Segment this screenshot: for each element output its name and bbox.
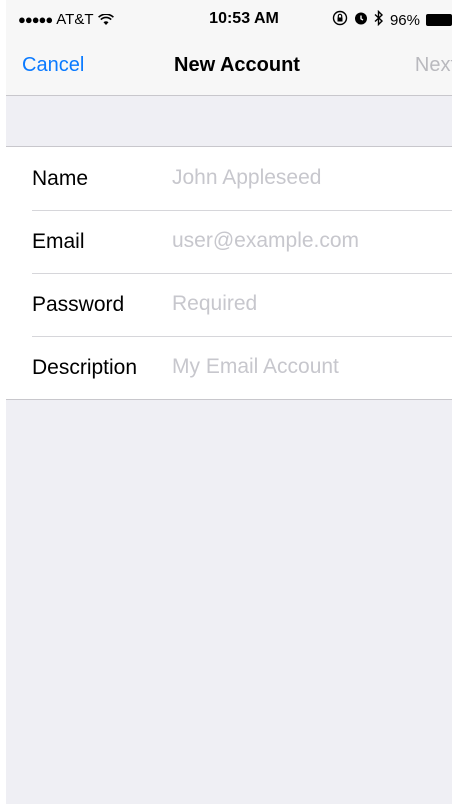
- form-row-description: Description: [6, 336, 452, 399]
- password-label: Password: [32, 293, 125, 316]
- form-row-password: Password: [6, 273, 452, 336]
- name-label: Name: [32, 167, 89, 190]
- alarm-icon: [354, 11, 368, 29]
- battery-percent: 96%: [389, 11, 420, 29]
- page-title: New Account: [174, 54, 300, 76]
- email-field[interactable]: [172, 225, 442, 257]
- navigation-bar: Cancel New Account Next: [6, 40, 452, 96]
- form-row-name: Name: [6, 147, 452, 210]
- description-label: Description: [32, 356, 138, 379]
- password-field[interactable]: [172, 288, 442, 320]
- form-row-email: Email: [6, 210, 452, 273]
- battery-icon: [426, 14, 452, 26]
- status-bar: ●●●●● AT&T 10:53 AM 96%: [6, 0, 452, 40]
- screen: ●●●●● AT&T 10:53 AM 96% Cancel New Accou…: [6, 0, 452, 804]
- description-field[interactable]: [172, 351, 442, 383]
- bluetooth-icon: [374, 9, 384, 30]
- next-button[interactable]: Next: [415, 54, 452, 77]
- name-field[interactable]: [172, 162, 442, 194]
- account-form: Name Email Password Description: [6, 146, 452, 400]
- email-label: Email: [32, 230, 85, 253]
- status-right: 96%: [332, 9, 452, 30]
- rotation-lock-icon: [332, 10, 348, 30]
